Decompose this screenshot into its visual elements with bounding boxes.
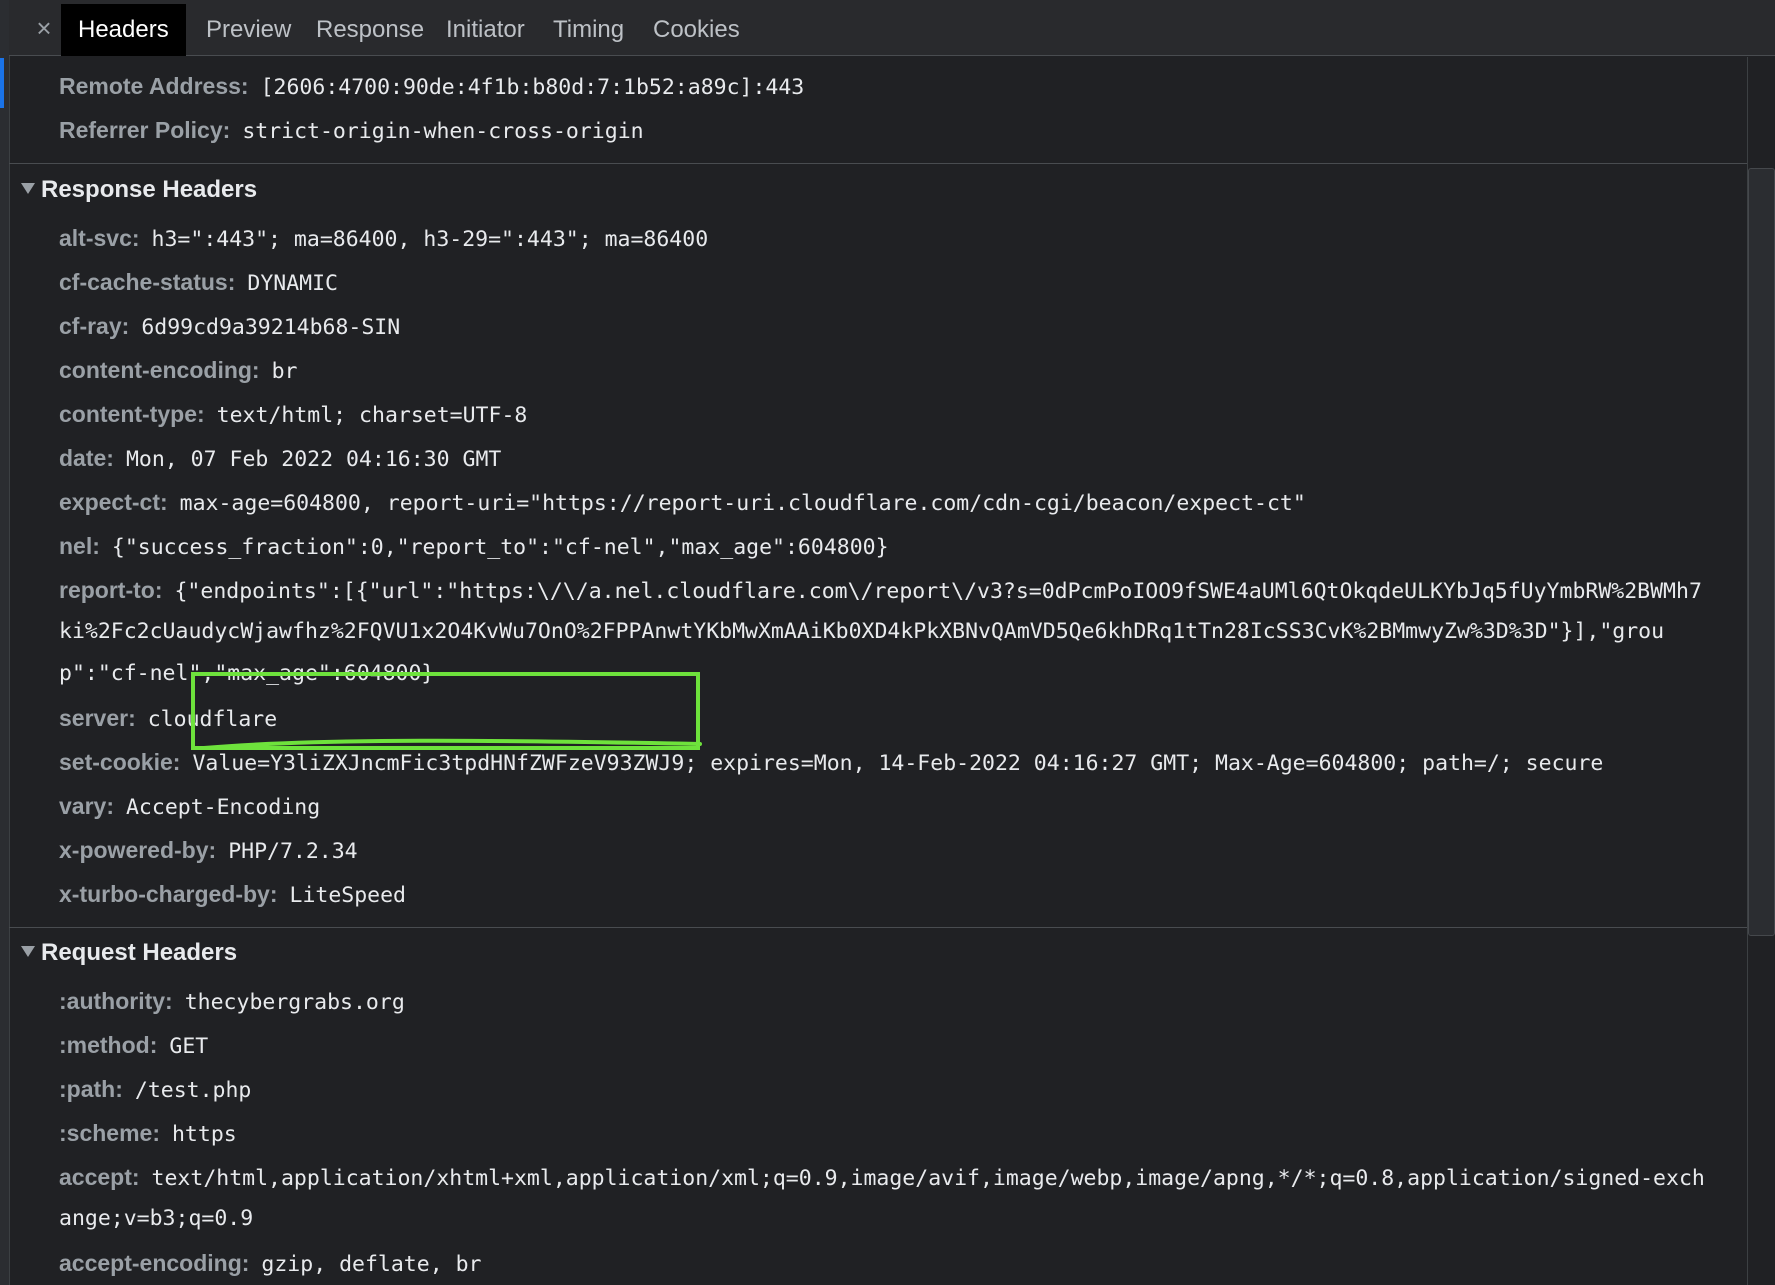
tab-initiator[interactable]: Initiator	[429, 4, 542, 56]
highlight-underline	[202, 738, 702, 750]
header-key: nel:	[59, 533, 100, 559]
header-value: max-age=604800, report-uri="https://repo…	[179, 491, 1306, 516]
header-row: content-encoding: br	[59, 348, 1747, 394]
header-value: LiteSpeed	[289, 883, 407, 908]
section-divider	[9, 927, 1747, 928]
header-value-wrap: ki%2Fc2cUaudycWjawfhz%2FQVU1x2O4KvWu7OnO…	[59, 619, 1665, 644]
header-value: https	[171, 1122, 237, 1147]
header-value: thecybergrabs.org	[184, 990, 405, 1015]
tab-cookies[interactable]: Cookies	[636, 4, 757, 56]
response-headers-toggle[interactable]: Response Headers	[21, 168, 257, 212]
header-row: accept-encoding: gzip, deflate, br	[59, 1241, 1747, 1285]
triangle-down-icon	[21, 183, 35, 195]
request-headers-toggle[interactable]: Request Headers	[21, 931, 237, 975]
header-key: :authority:	[59, 988, 173, 1014]
header-key: cf-ray:	[59, 313, 130, 339]
header-row: :method: GET	[59, 1023, 1747, 1069]
header-value: Accept-Encoding	[125, 795, 321, 820]
header-row-remote-address: Remote Address: [2606:4700:90de:4f1b:b80d…	[59, 64, 1747, 110]
header-key: set-cookie:	[59, 749, 181, 775]
header-value: 6d99cd9a39214b68-SIN	[141, 315, 401, 340]
tab-preview[interactable]: Preview	[189, 4, 308, 56]
header-key: x-turbo-charged-by:	[59, 881, 278, 907]
header-key: vary:	[59, 793, 114, 819]
header-row: :scheme: https	[59, 1111, 1747, 1157]
header-key: accept:	[59, 1164, 140, 1190]
header-key: content-type:	[59, 401, 205, 427]
selection-indicator	[0, 58, 4, 108]
tab-headers[interactable]: Headers	[61, 4, 186, 56]
header-value: DYNAMIC	[247, 271, 338, 296]
header-row: :authority: thecybergrabs.org	[59, 979, 1747, 1025]
header-row: nel: {"success_fraction":0,"report_to":"c…	[59, 524, 1747, 570]
header-key: server:	[59, 705, 136, 731]
header-value: /test.php	[134, 1078, 252, 1103]
header-key: report-to:	[59, 577, 163, 603]
header-row: x-turbo-charged-by: LiteSpeed	[59, 872, 1747, 918]
scrollbar-thumb[interactable]	[1748, 168, 1775, 936]
triangle-down-icon	[21, 946, 35, 958]
header-row: x-powered-by: PHP/7.2.34	[59, 828, 1747, 874]
header-value: GET	[169, 1034, 209, 1059]
header-value: h3=":443"; ma=86400, h3-29=":443"; ma=86…	[151, 227, 709, 252]
header-key: :method:	[59, 1032, 158, 1058]
header-key: cf-cache-status:	[59, 269, 236, 295]
header-row-referrer-policy: Referrer Policy: strict-origin-when-cross…	[59, 108, 1747, 154]
header-row: accept: text/html,application/xhtml+xml,a…	[59, 1155, 1747, 1201]
header-value-wrap: ange;v=b3;q=0.9	[59, 1206, 254, 1231]
header-key: Remote Address:	[59, 73, 249, 99]
close-icon[interactable]: ×	[24, 8, 64, 48]
header-row: alt-svc: h3=":443"; ma=86400, h3-29=":443…	[59, 216, 1747, 262]
header-value: [2606:4700:90de:4f1b:b80d:7:1b52:a89c]:4…	[260, 75, 805, 100]
header-key: :scheme:	[59, 1120, 160, 1146]
header-value: PHP/7.2.34	[228, 839, 358, 864]
header-row: :path: /test.php	[59, 1067, 1747, 1113]
tab-bar: × Headers Preview Response Initiator Tim…	[9, 0, 1775, 56]
section-divider	[9, 163, 1747, 164]
header-key: Referrer Policy:	[59, 117, 231, 143]
tab-timing[interactable]: Timing	[536, 4, 641, 56]
header-key: expect-ct:	[59, 489, 168, 515]
header-value: Mon, 07 Feb 2022 04:16:30 GMT	[125, 447, 502, 472]
header-row: vary: Accept-Encoding	[59, 784, 1747, 830]
header-row: cf-ray: 6d99cd9a39214b68-SIN	[59, 304, 1747, 350]
header-value: strict-origin-when-cross-origin	[242, 119, 644, 144]
header-row: date: Mon, 07 Feb 2022 04:16:30 GMT	[59, 436, 1747, 482]
headers-panel: Remote Address: [2606:4700:90de:4f1b:b80d…	[9, 57, 1747, 1285]
header-key: :path:	[59, 1076, 123, 1102]
header-row: expect-ct: max-age=604800, report-uri="ht…	[59, 480, 1747, 526]
header-value: {"success_fraction":0,"report_to":"cf-ne…	[111, 535, 889, 560]
header-row: report-to: {"endpoints":[{"url":"https:\/…	[59, 568, 1747, 614]
section-title: Request Headers	[41, 939, 238, 966]
header-key: content-encoding:	[59, 357, 260, 383]
header-value: gzip, deflate, br	[261, 1252, 482, 1277]
header-value: br	[271, 359, 298, 384]
header-key: accept-encoding:	[59, 1250, 250, 1276]
header-row: content-type: text/html; charset=UTF-8	[59, 392, 1747, 438]
tab-response[interactable]: Response	[299, 4, 441, 56]
header-key: alt-svc:	[59, 225, 140, 251]
header-value: text/html,application/xhtml+xml,applicat…	[151, 1166, 1705, 1191]
header-key: x-powered-by:	[59, 837, 217, 863]
section-title: Response Headers	[41, 176, 258, 203]
header-value: text/html; charset=UTF-8	[216, 403, 528, 428]
header-row: cf-cache-status: DYNAMIC	[59, 260, 1747, 306]
header-value: {"endpoints":[{"url":"https:\/\/a.nel.cl…	[174, 579, 1702, 604]
header-key: date:	[59, 445, 114, 471]
